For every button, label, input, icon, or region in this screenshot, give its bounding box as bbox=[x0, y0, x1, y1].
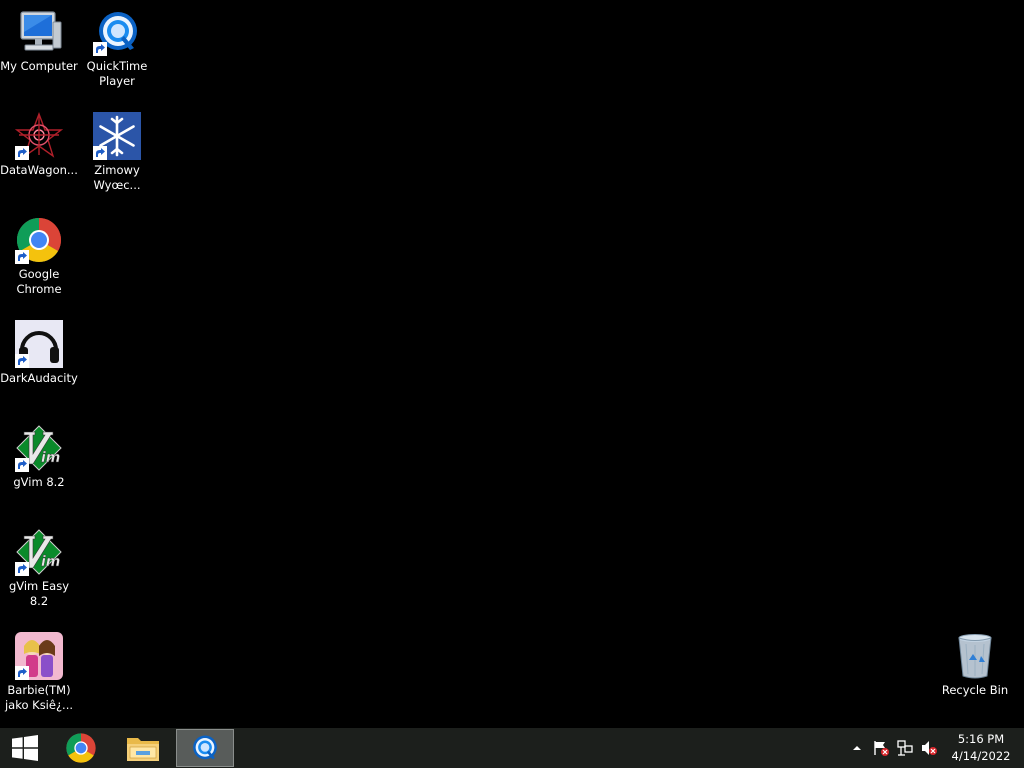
svg-text:im: im bbox=[41, 554, 60, 570]
snowflake-icon bbox=[93, 112, 141, 160]
recycle-bin-icon bbox=[951, 632, 999, 680]
chrome-icon bbox=[66, 733, 96, 763]
taskbar-chrome-button[interactable] bbox=[56, 728, 106, 768]
desktop-icon-darkaudacity[interactable]: DarkAudacity bbox=[0, 320, 78, 386]
action-center-tray-button[interactable] bbox=[872, 739, 890, 757]
start-button[interactable] bbox=[0, 728, 50, 768]
vim-icon: im bbox=[15, 424, 63, 472]
desktop-icon-recycle-bin[interactable]: Recycle Bin bbox=[936, 632, 1014, 698]
network-icon bbox=[897, 740, 913, 756]
desktop-icon-label: gVim Easy 8.2 bbox=[8, 579, 70, 608]
taskbar-clock[interactable]: 5:16 PM 4/14/2022 bbox=[940, 731, 1022, 765]
desktop-icon-label: Zimowy Wyœc... bbox=[93, 163, 141, 192]
shortcut-arrow-icon bbox=[15, 146, 29, 160]
shortcut-arrow-icon bbox=[15, 562, 29, 576]
desktop-icon-label: DataWagon... bbox=[0, 163, 78, 177]
desktop-icon-label: QuickTime Player bbox=[86, 59, 148, 88]
shortcut-arrow-icon bbox=[15, 250, 29, 264]
quicktime-icon bbox=[193, 735, 217, 760]
shortcut-arrow-icon bbox=[93, 146, 107, 160]
clock-time: 5:16 PM bbox=[957, 732, 1005, 746]
folder-icon bbox=[127, 738, 159, 761]
desktop-icon-zimowy[interactable]: Zimowy Wyœc... bbox=[78, 112, 156, 193]
taskbar-file-explorer-button[interactable] bbox=[117, 728, 169, 768]
chevron-up-icon bbox=[853, 746, 861, 750]
vim-icon: im bbox=[15, 528, 63, 576]
volume-muted-icon bbox=[922, 741, 937, 755]
desktop-icon-quicktime-player[interactable]: QuickTime Player bbox=[78, 8, 156, 89]
desktop-icon-gvim[interactable]: im gVim 8.2 bbox=[0, 424, 78, 490]
shortcut-arrow-icon bbox=[15, 666, 29, 680]
desktop[interactable]: My Computer QuickTime Player DataWagon..… bbox=[0, 0, 1024, 728]
desktop-icon-label: Barbie(TM) jako Ksiê¿... bbox=[4, 683, 74, 712]
desktop-icon-label: My Computer bbox=[0, 59, 78, 73]
shortcut-arrow-icon bbox=[15, 458, 29, 472]
shortcut-arrow-icon bbox=[93, 42, 107, 56]
volume-tray-button[interactable] bbox=[920, 739, 938, 757]
desktop-icon-my-computer[interactable]: My Computer bbox=[0, 8, 78, 74]
computer-icon bbox=[15, 8, 63, 56]
windows-logo-icon bbox=[12, 735, 38, 761]
taskbar: 5:16 PM 4/14/2022 bbox=[0, 728, 1024, 768]
shortcut-arrow-icon bbox=[15, 354, 29, 368]
desktop-icon-google-chrome[interactable]: Google Chrome bbox=[0, 216, 78, 297]
show-hidden-icons-button[interactable] bbox=[848, 739, 866, 757]
quicktime-icon bbox=[93, 8, 141, 56]
datawagon-icon bbox=[15, 112, 63, 160]
barbie-icon bbox=[15, 632, 63, 680]
desktop-icon-label: Recycle Bin bbox=[941, 683, 1009, 697]
desktop-icon-label: DarkAudacity bbox=[0, 371, 78, 385]
desktop-icon-gvim-easy[interactable]: im gVim Easy 8.2 bbox=[0, 528, 78, 609]
headphones-icon bbox=[15, 320, 63, 368]
desktop-icon-label: gVim 8.2 bbox=[13, 475, 65, 489]
desktop-icon-label: Google Chrome bbox=[16, 267, 62, 296]
taskbar-quicktime-button[interactable] bbox=[176, 729, 234, 767]
action-center-flag-icon bbox=[874, 741, 889, 756]
chrome-icon bbox=[15, 216, 63, 264]
desktop-icon-barbie[interactable]: Barbie(TM) jako Ksiê¿... bbox=[0, 632, 78, 713]
desktop-icon-datawagon[interactable]: DataWagon... bbox=[0, 112, 78, 178]
svg-text:im: im bbox=[41, 450, 60, 466]
clock-date: 4/14/2022 bbox=[951, 749, 1011, 763]
network-tray-button[interactable] bbox=[896, 739, 914, 757]
